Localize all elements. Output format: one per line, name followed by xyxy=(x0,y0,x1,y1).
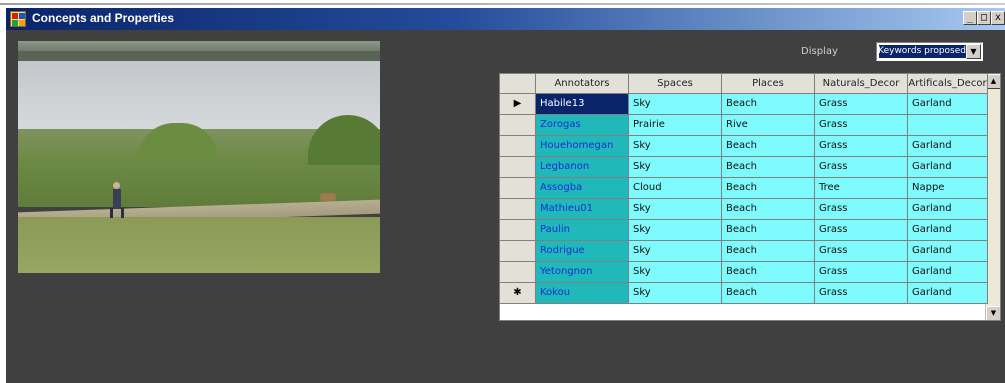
data-cell[interactable]: Garland xyxy=(908,283,988,304)
data-cell[interactable]: Grass xyxy=(815,94,908,115)
column-header-places[interactable]: Places xyxy=(722,74,815,94)
data-cell[interactable]: Sky xyxy=(629,199,722,220)
scroll-up-icon[interactable]: ▲ xyxy=(986,74,1000,89)
column-header-spaces[interactable]: Spaces xyxy=(629,74,722,94)
data-cell[interactable]: Garland xyxy=(908,241,988,262)
row-header[interactable] xyxy=(500,220,536,241)
close-button[interactable]: x xyxy=(991,11,1005,25)
row-header[interactable] xyxy=(500,115,536,136)
data-cell[interactable]: Tree xyxy=(815,178,908,199)
minimize-button[interactable]: _ xyxy=(963,11,977,25)
data-cell[interactable]: Rive xyxy=(722,115,815,136)
row-header[interactable] xyxy=(500,178,536,199)
data-cell[interactable]: Sky xyxy=(629,262,722,283)
client-area: Display Keywords proposed ▼ ▲ ▼ ◀ ▶ Anno… xyxy=(6,30,1005,383)
data-cell[interactable]: Grass xyxy=(815,199,908,220)
data-cell[interactable]: Beach xyxy=(722,136,815,157)
data-cell[interactable]: Garland xyxy=(908,220,988,241)
application-window: Concepts and Properties _ □ x Display Ke… xyxy=(0,0,1005,383)
data-cell[interactable] xyxy=(908,115,988,136)
data-cell[interactable]: Nappe xyxy=(908,178,988,199)
title-bar[interactable]: Concepts and Properties _ □ x xyxy=(6,8,1005,30)
row-header[interactable] xyxy=(500,241,536,262)
scroll-down-icon[interactable]: ▼ xyxy=(986,306,1000,320)
annotator-cell[interactable]: Habile13 xyxy=(536,94,629,115)
annotator-cell[interactable]: Legbanon xyxy=(536,157,629,178)
app-icon[interactable] xyxy=(10,11,26,27)
data-cell[interactable]: Beach xyxy=(722,262,815,283)
data-cell[interactable]: Beach xyxy=(722,241,815,262)
column-header-artificals-decor[interactable]: Artificals_Decor xyxy=(908,74,988,94)
data-cell[interactable]: Prairie xyxy=(629,115,722,136)
annotator-cell[interactable]: Kokou xyxy=(536,283,629,304)
annotator-cell[interactable]: Mathieu01 xyxy=(536,199,629,220)
annotator-cell[interactable]: Houehomegan xyxy=(536,136,629,157)
data-cell[interactable]: Grass xyxy=(815,157,908,178)
data-cell[interactable]: Sky xyxy=(629,241,722,262)
data-cell[interactable]: Garland xyxy=(908,94,988,115)
data-cell[interactable]: Cloud xyxy=(629,178,722,199)
data-cell[interactable]: Beach xyxy=(722,283,815,304)
annotator-cell[interactable]: Yetongnon xyxy=(536,262,629,283)
data-cell[interactable]: Sky xyxy=(629,220,722,241)
annotator-cell[interactable]: Rodrigue xyxy=(536,241,629,262)
data-cell[interactable]: Sky xyxy=(629,94,722,115)
annotator-cell[interactable]: Zorogas xyxy=(536,115,629,136)
data-cell[interactable]: Grass xyxy=(815,262,908,283)
row-header[interactable]: ✱ xyxy=(500,283,536,304)
data-cell[interactable]: Grass xyxy=(815,115,908,136)
row-header[interactable] xyxy=(500,262,536,283)
display-dropdown[interactable]: Keywords proposed ▼ xyxy=(876,42,983,61)
display-label: Display xyxy=(801,46,838,57)
annotator-cell[interactable]: Assogba xyxy=(536,178,629,199)
strip-line xyxy=(0,3,1005,5)
data-cell[interactable]: Beach xyxy=(722,157,815,178)
annotations-grid[interactable]: ▲ ▼ ◀ ▶ AnnotatorsSpacesPlacesNaturals_D… xyxy=(499,73,1001,321)
column-header-naturals-decor[interactable]: Naturals_Decor xyxy=(815,74,908,94)
row-header[interactable] xyxy=(500,136,536,157)
data-cell[interactable]: Garland xyxy=(908,199,988,220)
data-cell[interactable]: Beach xyxy=(722,94,815,115)
data-cell[interactable]: Beach xyxy=(722,220,815,241)
data-cell[interactable]: Sky xyxy=(629,136,722,157)
maximize-button[interactable]: □ xyxy=(977,11,991,25)
data-cell[interactable]: Sky xyxy=(629,157,722,178)
data-cell[interactable]: Grass xyxy=(815,136,908,157)
dropdown-arrow-icon[interactable]: ▼ xyxy=(966,44,981,59)
top-strip xyxy=(0,0,1005,8)
row-header[interactable] xyxy=(500,157,536,178)
data-cell[interactable]: Grass xyxy=(815,220,908,241)
display-selected-value[interactable]: Keywords proposed xyxy=(879,45,967,58)
grid-corner-header xyxy=(500,74,536,94)
data-cell[interactable]: Grass xyxy=(815,241,908,262)
data-cell[interactable]: Garland xyxy=(908,262,988,283)
row-header[interactable] xyxy=(500,199,536,220)
data-cell[interactable]: Sky xyxy=(629,283,722,304)
window-title: Concepts and Properties xyxy=(32,11,175,25)
data-cell[interactable]: Grass xyxy=(815,283,908,304)
data-cell[interactable]: Garland xyxy=(908,157,988,178)
data-cell[interactable]: Beach xyxy=(722,199,815,220)
scene-photo xyxy=(18,41,380,273)
column-header-annotators[interactable]: Annotators xyxy=(536,74,629,94)
data-cell[interactable]: Beach xyxy=(722,178,815,199)
row-header[interactable]: ▶ xyxy=(500,94,536,115)
data-cell[interactable]: Garland xyxy=(908,136,988,157)
annotator-cell[interactable]: Paulin xyxy=(536,220,629,241)
